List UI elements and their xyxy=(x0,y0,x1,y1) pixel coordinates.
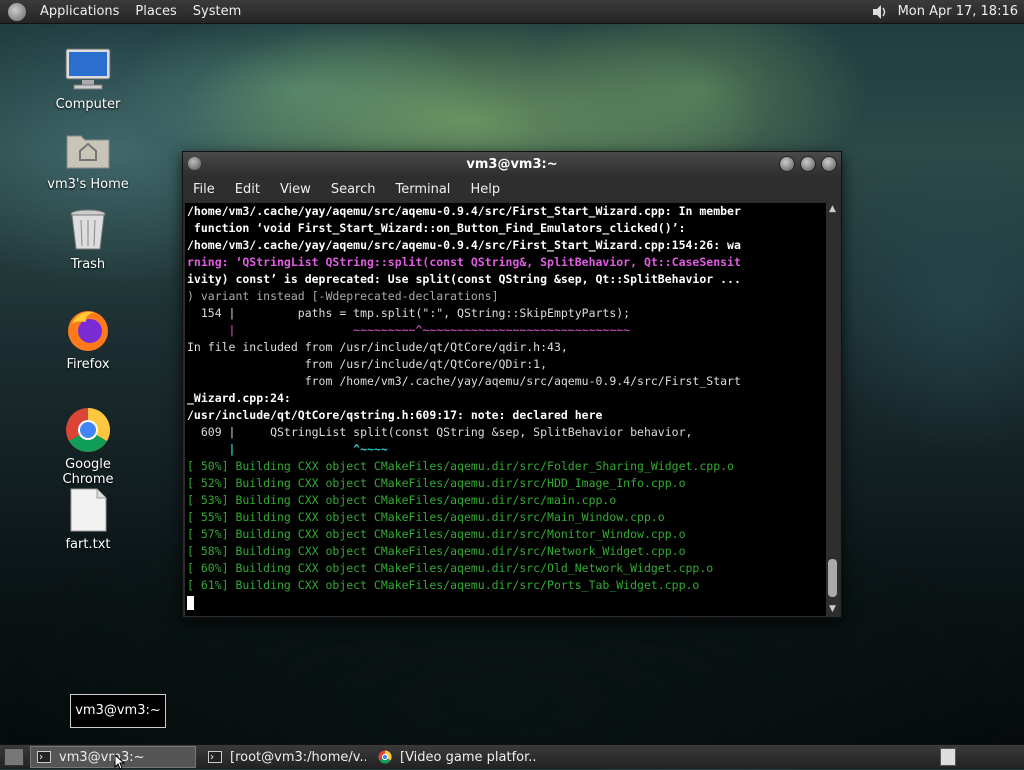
firefox-icon xyxy=(64,306,112,354)
terminal-line: rning: ‘QStringList QString::split(const… xyxy=(187,255,741,269)
trash-icon xyxy=(64,206,112,254)
terminal-line: from /usr/include/qt/QtCore/QDir:1, xyxy=(187,357,548,371)
window-titlebar[interactable]: vm3@vm3:~ xyxy=(183,152,841,176)
text-cursor xyxy=(187,595,194,610)
menu-terminal[interactable]: Terminal xyxy=(385,182,460,197)
scroll-down-icon[interactable]: ▼ xyxy=(826,603,839,616)
desktop-icon-label: Trash xyxy=(70,257,106,272)
home-folder-icon xyxy=(64,126,112,174)
terminal-line: [ 52%] Building CXX object CMakeFiles/aq… xyxy=(187,476,686,490)
maximize-button[interactable] xyxy=(800,156,816,172)
terminal-line: 154 | paths = tmp.split(":", QString::Sk… xyxy=(187,306,631,320)
taskbar-tooltip: vm3@vm3:~ xyxy=(70,694,166,728)
desktop-icon-chrome[interactable]: Google Chrome xyxy=(38,406,138,487)
terminal-line: [ 58%] Building CXX object CMakeFiles/aq… xyxy=(187,544,686,558)
terminal-line: _Wizard.cpp:24: xyxy=(187,391,291,405)
terminal-menubar: File Edit View Search Terminal Help xyxy=(183,176,841,202)
volume-icon[interactable] xyxy=(872,4,888,20)
taskbar-item-label: [Video game platfor... xyxy=(400,749,536,765)
top-panel: Applications Places System Mon Apr 17, 1… xyxy=(0,0,1024,24)
scrollbar-thumb[interactable] xyxy=(828,559,837,597)
desktop-icon-fart-txt[interactable]: fart.txt xyxy=(38,486,138,552)
terminal-icon xyxy=(37,751,51,763)
desktop-icon-label: Google Chrome xyxy=(62,457,114,487)
taskbar-item-label: [root@vm3:/home/v... xyxy=(230,749,366,765)
bottom-panel: vm3@vm3:~ [root@vm3:/home/v... [Video ga… xyxy=(0,744,1024,769)
desktop-icon-computer[interactable]: Computer xyxy=(38,46,138,112)
terminal-line: [ 57%] Building CXX object CMakeFiles/aq… xyxy=(187,527,686,541)
computer-icon xyxy=(64,46,112,94)
taskbar-item-root-terminal[interactable]: [root@vm3:/home/v... xyxy=(202,747,366,767)
menu-places[interactable]: Places xyxy=(127,4,184,19)
window-menu-icon[interactable] xyxy=(188,157,201,170)
terminal-line: function ‘void First_Start_Wizard::on_Bu… xyxy=(187,221,686,235)
terminal-line: /home/vm3/.cache/yay/aqemu/src/aqemu-0.9… xyxy=(187,204,741,218)
taskbar-item-chrome[interactable]: [Video game platfor... xyxy=(372,747,536,767)
terminal-line: /usr/include/qt/QtCore/qstring.h:609:17:… xyxy=(187,408,603,422)
gnome-foot-icon[interactable] xyxy=(8,2,26,21)
menu-system[interactable]: System xyxy=(185,4,249,19)
terminal-scrollbar[interactable]: ▲ ▼ xyxy=(826,203,839,616)
desktop-icon-label: Computer xyxy=(55,97,121,112)
terminal-line: In file included from /usr/include/qt/Qt… xyxy=(187,340,568,354)
taskbar-item-label: vm3@vm3:~ xyxy=(59,749,145,765)
terminal-window[interactable]: vm3@vm3:~ File Edit View Search Terminal… xyxy=(182,151,842,618)
terminal-line: [ 50%] Building CXX object CMakeFiles/aq… xyxy=(187,459,734,473)
terminal-output[interactable]: /home/vm3/.cache/yay/aqemu/src/aqemu-0.9… xyxy=(185,203,826,616)
terminal-icon xyxy=(208,751,222,763)
menu-applications[interactable]: Applications xyxy=(32,4,127,19)
menu-help[interactable]: Help xyxy=(460,182,510,197)
text-file-icon xyxy=(64,486,112,534)
terminal-line: | ^~~~~ xyxy=(187,442,388,456)
terminal-line: 609 | QStringList split(const QString &s… xyxy=(187,425,693,439)
minimize-button[interactable] xyxy=(779,156,795,172)
terminal-line: [ 53%] Building CXX object CMakeFiles/aq… xyxy=(187,493,617,507)
prompt-line[interactable] xyxy=(185,594,826,611)
terminal-line: from /home/vm3/.cache/yay/aqemu/src/aqem… xyxy=(187,374,741,388)
chrome-icon xyxy=(378,750,392,764)
terminal-line: [ 55%] Building CXX object CMakeFiles/aq… xyxy=(187,510,665,524)
menu-view[interactable]: View xyxy=(270,182,321,197)
menu-edit[interactable]: Edit xyxy=(225,182,270,197)
terminal-line: /home/vm3/.cache/yay/aqemu/src/aqemu-0.9… xyxy=(187,238,741,252)
desktop-icon-home[interactable]: vm3's Home xyxy=(38,126,138,192)
menu-file[interactable]: File xyxy=(183,182,225,197)
desktop-icon-label: vm3's Home xyxy=(47,177,129,192)
desktop-icon-label: fart.txt xyxy=(65,537,111,552)
desktop-icon-label: Firefox xyxy=(66,357,110,372)
chrome-icon xyxy=(64,406,112,454)
window-title: vm3@vm3:~ xyxy=(466,156,558,172)
terminal-line: ivity) const’ is deprecated: Use split(c… xyxy=(187,272,741,286)
close-button[interactable] xyxy=(821,156,837,172)
terminal-line: [ 61%] Building CXX object CMakeFiles/aq… xyxy=(187,578,700,592)
taskbar-item-terminal[interactable]: vm3@vm3:~ xyxy=(30,746,196,768)
terminal-line: [ 60%] Building CXX object CMakeFiles/aq… xyxy=(187,561,714,575)
clock[interactable]: Mon Apr 17, 18:16 xyxy=(898,4,1024,19)
desktop-icon-trash[interactable]: Trash xyxy=(38,206,138,272)
terminal-line: | ~~~~~~~~~^~~~~~~~~~~~~~~~~~~~~~~~~~~~~… xyxy=(187,323,631,337)
desktop-icon-firefox[interactable]: Firefox xyxy=(38,306,138,372)
show-desktop-icon[interactable] xyxy=(4,748,24,766)
scroll-up-icon[interactable]: ▲ xyxy=(826,203,839,216)
menu-search[interactable]: Search xyxy=(321,182,386,197)
terminal-line: ) variant instead [-Wdeprecated-declarat… xyxy=(187,289,499,303)
workspace-switcher[interactable] xyxy=(940,748,956,766)
